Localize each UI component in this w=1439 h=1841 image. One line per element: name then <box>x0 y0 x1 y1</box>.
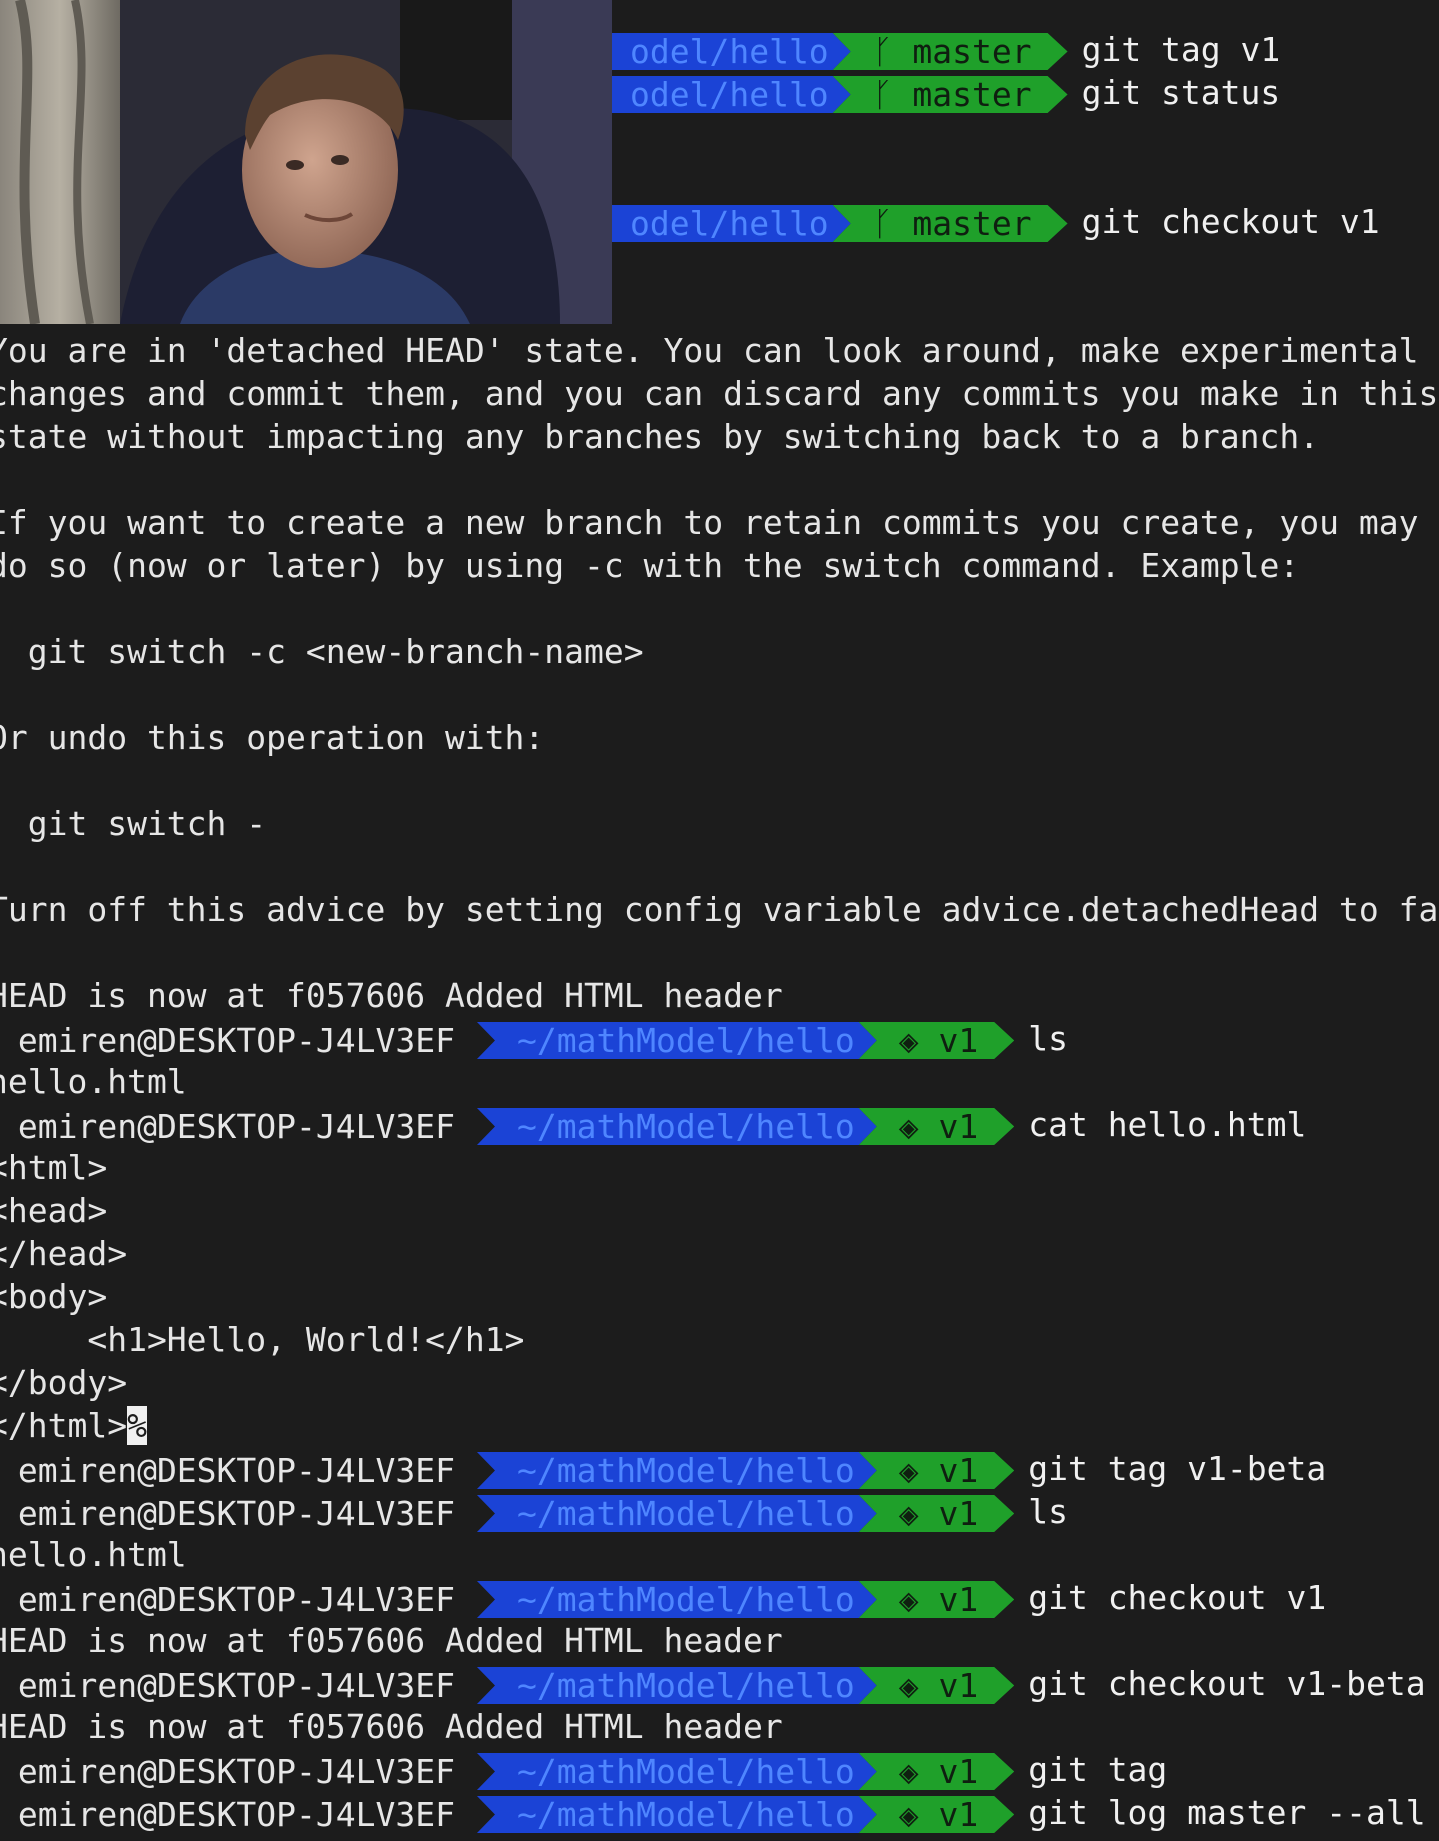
branch-name: v1 <box>918 1451 979 1490</box>
prompt-path-segment: ~/mathModel/hello <box>477 1667 877 1704</box>
output-line: If you want to create a new branch to re… <box>0 503 1419 542</box>
prompt-path-segment: ~/mathModel/hello <box>477 1452 877 1489</box>
output-line: <h1>Hello, World!</h1> <box>0 1320 525 1359</box>
branch-name: v1 <box>918 1021 979 1060</box>
command-text: git tag v1-beta <box>1028 1449 1327 1488</box>
prompt-branch-segment: ◈ v1 <box>859 1452 1014 1489</box>
command-text: cat hello.html <box>1028 1105 1307 1144</box>
command-text: git checkout v1-beta <box>1028 1664 1426 1703</box>
prompt-line: odel/hello ᚴ master git checkout v1 <box>590 200 1380 243</box>
output-line: HEAD is now at f057606 Added HTML header <box>0 1707 783 1746</box>
prompt-path-segment: ~/mathModel/hello <box>477 1495 877 1532</box>
prompt-line: emiren@DESKTOP-J4LV3EF ~/mathModel/hello ◈… <box>0 1662 1426 1705</box>
git-branch-icon: ᚴ <box>872 75 893 114</box>
output-line: git switch - <box>0 804 267 843</box>
prompt-branch-segment: ᚴ master <box>833 205 1068 242</box>
branch-name: v1 <box>918 1666 979 1705</box>
prompt-line: emiren@DESKTOP-J4LV3EF ~/mathModel/hello ◈… <box>0 1447 1326 1490</box>
prompt-path-segment: odel/hello <box>590 76 851 113</box>
output-line: HEAD is now at f057606 Added HTML header <box>0 1621 783 1660</box>
output-line: Turn off this advice by setting config v… <box>0 890 1439 929</box>
command-text: git log master --all <box>1028 1793 1426 1832</box>
prompt-line: emiren@DESKTOP-J4LV3EF ~/mathModel/hello ◈… <box>0 1748 1167 1791</box>
git-tag-icon: ◈ <box>898 1494 919 1533</box>
prompt-branch-segment: ◈ v1 <box>859 1581 1014 1618</box>
git-tag-icon: ◈ <box>898 1666 919 1705</box>
prompt-user: emiren@DESKTOP-J4LV3EF <box>0 1752 455 1791</box>
prompt-path-segment: ~/mathModel/hello <box>477 1581 877 1618</box>
prompt-branch-segment: ᚴ master <box>833 76 1068 113</box>
prompt-line: odel/hello ᚴ master git tag v1 <box>590 28 1280 71</box>
git-branch-icon: ᚴ <box>872 32 893 71</box>
git-tag-icon: ◈ <box>898 1451 919 1490</box>
branch-name: v1 <box>918 1795 979 1834</box>
prompt-path-segment: ~/mathModel/hello <box>477 1796 877 1833</box>
git-tag-icon: ◈ <box>898 1580 919 1619</box>
prompt-line: emiren@DESKTOP-J4LV3EF ~/mathModel/hello ◈… <box>0 1017 1068 1060</box>
output-line: </html>% <box>0 1404 147 1447</box>
prompt-line: odel/hello ᚴ master git status <box>590 71 1280 114</box>
branch-name: master <box>892 75 1032 114</box>
output-line: hello.html <box>0 1535 187 1574</box>
git-branch-icon: ᚴ <box>872 204 893 243</box>
prompt-user: emiren@DESKTOP-J4LV3EF <box>0 1494 455 1533</box>
output-line: Or undo this operation with: <box>0 718 545 757</box>
prompt-user: emiren@DESKTOP-J4LV3EF <box>0 1666 455 1705</box>
command-text: ls <box>1028 1019 1068 1058</box>
output-line: </body> <box>0 1363 128 1402</box>
command-text: git status <box>1081 73 1281 112</box>
output-text: </html> <box>0 1406 128 1445</box>
prompt-branch-segment: ◈ v1 <box>859 1108 1014 1145</box>
output-line: </head> <box>0 1234 128 1273</box>
output-line: You are in 'detached HEAD' state. You ca… <box>0 331 1419 370</box>
prompt-user: emiren@DESKTOP-J4LV3EF <box>0 1021 455 1060</box>
terminal-cursor: % <box>127 1406 147 1445</box>
output-line: git switch -c <new-branch-name> <box>0 632 644 671</box>
prompt-user: emiren@DESKTOP-J4LV3EF <box>0 1795 455 1834</box>
prompt-line: emiren@DESKTOP-J4LV3EF ~/mathModel/hello ◈… <box>0 1103 1306 1146</box>
branch-name: v1 <box>918 1580 979 1619</box>
output-line: do so (now or later) by using -c with th… <box>0 546 1300 585</box>
branch-name: master <box>892 32 1032 71</box>
prompt-branch-segment: ◈ v1 <box>859 1667 1014 1704</box>
output-line: <head> <box>0 1191 108 1230</box>
git-tag-icon: ◈ <box>898 1021 919 1060</box>
command-text: ls <box>1028 1492 1068 1531</box>
branch-name: v1 <box>918 1752 979 1791</box>
command-text: git checkout v1 <box>1081 202 1380 241</box>
prompt-branch-segment: ◈ v1 <box>859 1796 1014 1833</box>
prompt-path-segment: odel/hello <box>590 33 851 70</box>
webcam-overlay <box>0 0 612 324</box>
webcam-person-image <box>0 0 612 324</box>
prompt-branch-segment: ◈ v1 <box>859 1753 1014 1790</box>
prompt-user: emiren@DESKTOP-J4LV3EF <box>0 1107 455 1146</box>
command-text: git tag v1 <box>1081 30 1281 69</box>
prompt-path-segment: ~/mathModel/hello <box>477 1108 877 1145</box>
prompt-path-segment: ~/mathModel/hello <box>477 1753 877 1790</box>
prompt-branch-segment: ◈ v1 <box>859 1495 1014 1532</box>
prompt-line: emiren@DESKTOP-J4LV3EF ~/mathModel/hello ◈… <box>0 1576 1326 1619</box>
command-text: git tag <box>1028 1750 1168 1789</box>
output-line: <body> <box>0 1277 108 1316</box>
prompt-path-segment: odel/hello <box>590 205 851 242</box>
prompt-line: emiren@DESKTOP-J4LV3EF ~/mathModel/hello ◈… <box>0 1791 1426 1834</box>
branch-name: master <box>892 204 1032 243</box>
prompt-user: emiren@DESKTOP-J4LV3EF <box>0 1580 455 1619</box>
prompt-line: emiren@DESKTOP-J4LV3EF ~/mathModel/hello ◈… <box>0 1490 1068 1533</box>
output-line: hello.html <box>0 1062 187 1101</box>
branch-name: v1 <box>918 1494 979 1533</box>
output-line: state without impacting any branches by … <box>0 417 1320 456</box>
prompt-branch-segment: ᚴ master <box>833 33 1068 70</box>
output-line: <html> <box>0 1148 108 1187</box>
git-tag-icon: ◈ <box>898 1795 919 1834</box>
output-line: HEAD is now at f057606 Added HTML header <box>0 976 783 1015</box>
prompt-branch-segment: ◈ v1 <box>859 1022 1014 1059</box>
branch-name: v1 <box>918 1107 979 1146</box>
prompt-path-segment: ~/mathModel/hello <box>477 1022 877 1059</box>
git-tag-icon: ◈ <box>898 1752 919 1791</box>
output-line: changes and commit them, and you can dis… <box>0 374 1439 413</box>
command-text: git checkout v1 <box>1028 1578 1327 1617</box>
prompt-user: emiren@DESKTOP-J4LV3EF <box>0 1451 455 1490</box>
git-tag-icon: ◈ <box>898 1107 919 1146</box>
